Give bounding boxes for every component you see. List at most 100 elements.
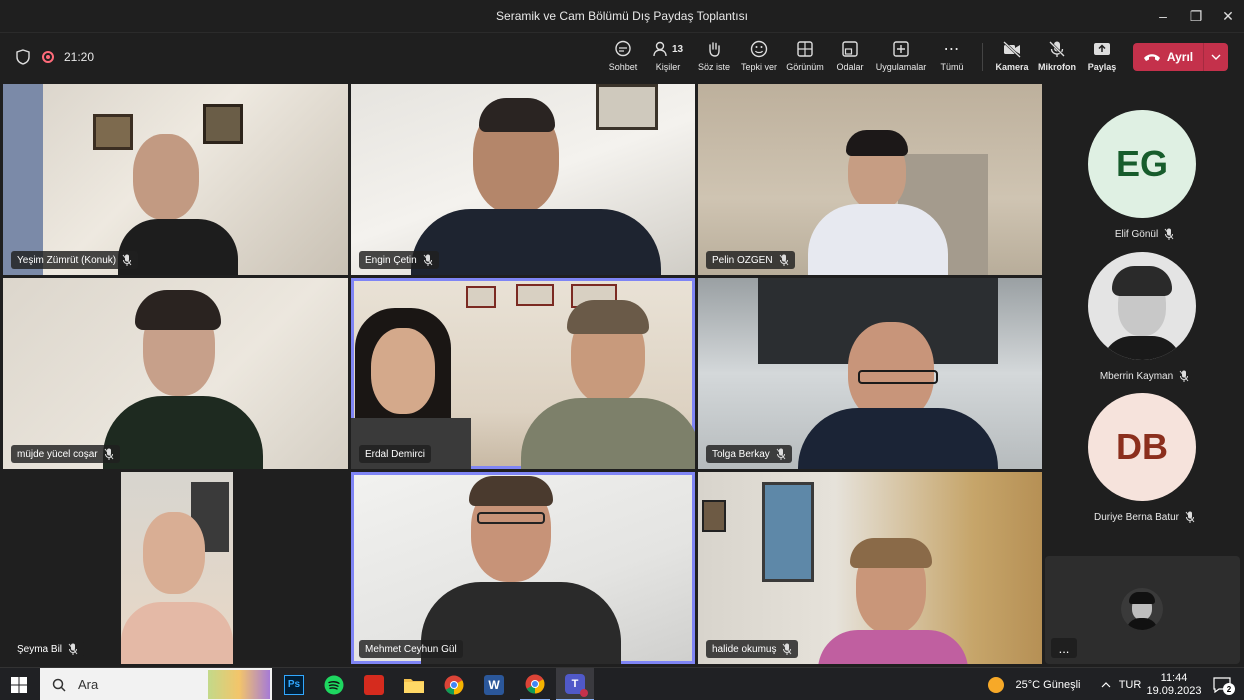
sidebar-participant-name: Mberrin Kayman — [1045, 370, 1244, 382]
taskbar-clock[interactable]: 11:44 19.09.2023 — [1146, 668, 1202, 700]
portrait-video — [121, 472, 233, 664]
mic-muted-icon — [68, 643, 78, 655]
taskbar-file-explorer[interactable] — [400, 668, 428, 700]
share-button[interactable]: Paylaş — [1084, 39, 1120, 77]
wall-frame — [516, 284, 554, 306]
participant-nametag: Şeyma Bil — [11, 640, 85, 658]
input-language[interactable]: TUR — [1118, 668, 1142, 700]
raise-hand-button[interactable]: Söz iste — [694, 39, 734, 77]
leave-button[interactable]: Ayrıl — [1133, 43, 1228, 71]
video-tile-active-speaker[interactable]: Mehmet Ceyhun Gül — [351, 472, 695, 664]
person-hair — [469, 476, 553, 506]
taskbar-word[interactable]: W — [480, 668, 508, 700]
taskbar-chrome[interactable] — [440, 668, 468, 700]
mic-muted-icon — [104, 448, 113, 460]
avatar[interactable]: DB — [1088, 393, 1196, 501]
minimize-button[interactable]: – — [1145, 0, 1181, 32]
more-button[interactable]: ⋯ Tümü — [936, 39, 968, 77]
video-tile[interactable]: Engin Çetin — [351, 84, 695, 275]
taskbar-spotify[interactable] — [320, 668, 348, 700]
mic-muted-icon — [783, 643, 792, 655]
wall-frame — [702, 500, 726, 532]
mic-muted-icon — [122, 254, 132, 266]
person-body — [121, 602, 233, 664]
tray-overflow-button[interactable] — [1096, 668, 1116, 700]
leave-main[interactable]: Ayrıl — [1133, 43, 1203, 71]
self-view[interactable]: ... — [1045, 556, 1240, 664]
weather-icon[interactable] — [984, 668, 1008, 700]
weather-text[interactable]: 25°C Güneşli — [1010, 668, 1086, 700]
mic-off-icon — [1049, 41, 1065, 57]
share-icon — [1094, 43, 1110, 55]
sidebar-participant-name: Elif Gönül — [1045, 228, 1244, 240]
meeting-timer: 21:20 — [64, 50, 95, 64]
avatar-photo[interactable] — [1088, 252, 1196, 360]
apps-button[interactable]: Uygulamalar — [874, 39, 928, 77]
video-tile[interactable]: Pelin OZGEN — [698, 84, 1042, 275]
person-body — [808, 204, 948, 275]
video-tile[interactable]: Şeyma Bil — [3, 472, 348, 664]
wall-frame — [466, 286, 496, 308]
wall-frame — [596, 84, 658, 130]
search-highlight-graphic — [208, 670, 270, 699]
mic-muted-icon — [1164, 228, 1174, 240]
participant-nametag: Tolga Berkay — [706, 445, 792, 463]
notification-center-button[interactable]: 2 — [1208, 668, 1236, 700]
phone-hangup-icon — [1143, 54, 1160, 61]
photoshop-icon: Ps — [284, 674, 304, 695]
person-glasses — [477, 512, 545, 524]
person-body — [521, 398, 695, 469]
participant-nametag: Yeşim Zümrüt (Konuk) — [11, 251, 139, 269]
taskbar-teams-active[interactable]: T — [556, 668, 594, 700]
view-button[interactable]: Görünüm — [784, 39, 826, 77]
mic-muted-icon — [423, 254, 433, 266]
video-tile[interactable]: Tolga Berkay — [698, 278, 1042, 469]
search-placeholder: Ara — [78, 677, 99, 692]
shield-icon — [16, 49, 30, 65]
react-button[interactable]: Tepki ver — [739, 39, 779, 77]
grid-view-icon — [797, 41, 813, 57]
chat-button[interactable]: Sohbet — [604, 39, 642, 77]
video-tile[interactable]: Yeşim Zümrüt (Konuk) — [3, 84, 348, 275]
chat-icon — [615, 40, 631, 57]
leave-options-dropdown[interactable] — [1203, 43, 1228, 71]
person-hair — [1129, 592, 1155, 604]
spotify-icon — [324, 675, 344, 694]
taskbar-chrome-active[interactable] — [520, 668, 550, 700]
sun-icon — [988, 676, 1004, 693]
wall-frame — [93, 114, 133, 150]
self-avatar — [1121, 588, 1163, 630]
people-button[interactable]: 13 Kişiler — [648, 39, 688, 77]
participant-nametag: halide okumuş — [706, 640, 799, 658]
video-tile-active-speaker[interactable]: Erdal Demirci — [351, 278, 695, 469]
teams-status-dot — [580, 688, 588, 697]
video-tile[interactable]: müjde yücel coşar — [3, 278, 348, 469]
person-face — [133, 134, 199, 220]
emoji-icon — [750, 40, 768, 58]
person-body — [1102, 336, 1182, 360]
participant-nametag: Erdal Demirci — [359, 445, 432, 463]
chrome-icon — [525, 674, 545, 693]
camera-off-icon — [1003, 41, 1021, 58]
person-hair — [846, 130, 908, 156]
chevron-down-icon — [1211, 54, 1221, 60]
person-body — [103, 396, 263, 469]
avatar[interactable]: EG — [1088, 110, 1196, 218]
mic-button[interactable]: Mikrofon — [1036, 39, 1078, 77]
taskbar-photoshop[interactable]: Ps — [280, 668, 308, 700]
person-body — [798, 408, 998, 469]
start-button[interactable] — [0, 668, 38, 700]
close-button[interactable]: ✕ — [1210, 0, 1244, 32]
mic-muted-icon — [776, 448, 786, 460]
taskbar-acrobat[interactable] — [360, 668, 388, 700]
mic-muted-icon — [1185, 511, 1195, 523]
rooms-button[interactable]: Odalar — [832, 39, 868, 77]
ellipsis-icon: ⋯ — [943, 41, 961, 58]
taskbar-search-box[interactable]: Ara — [40, 668, 272, 700]
person-face — [143, 512, 205, 594]
participant-nametag: Engin Çetin — [359, 251, 439, 269]
video-tile[interactable]: halide okumuş — [698, 472, 1042, 664]
maximize-button[interactable]: ❐ — [1178, 0, 1214, 32]
camera-button[interactable]: Kamera — [992, 39, 1032, 77]
self-view-more-button[interactable]: ... — [1051, 638, 1077, 658]
